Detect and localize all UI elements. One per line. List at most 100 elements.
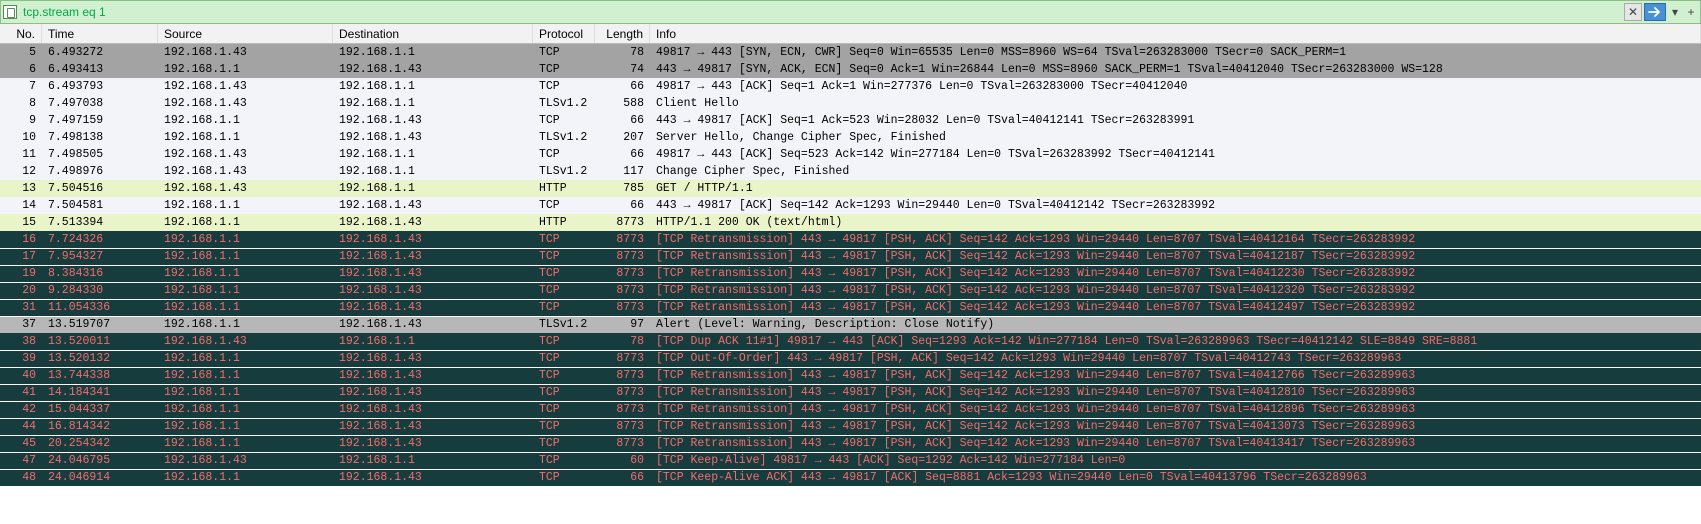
cell-info: 443 → 49817 [SYN, ACK, ECN] Seq=0 Ack=1 …	[650, 61, 1701, 78]
cell-len: 8773	[595, 384, 650, 401]
cell-len: 8773	[595, 367, 650, 384]
packet-row[interactable]: 3713.519707192.168.1.1192.168.1.43TLSv1.…	[0, 316, 1701, 333]
packet-row[interactable]: 137.504516192.168.1.43192.168.1.1HTTP785…	[0, 180, 1701, 197]
cell-dst: 192.168.1.43	[333, 197, 533, 214]
cell-proto: TCP	[533, 435, 595, 452]
cell-no: 20	[0, 282, 42, 299]
cell-len: 117	[595, 163, 650, 180]
column-header-destination[interactable]: Destination	[333, 24, 533, 43]
packet-list-headers: No. Time Source Destination Protocol Len…	[0, 24, 1701, 44]
packet-row[interactable]: 4416.814342192.168.1.1192.168.1.43TCP877…	[0, 418, 1701, 435]
cell-no: 8	[0, 95, 42, 112]
column-header-time[interactable]: Time	[42, 24, 158, 43]
cell-info: 443 → 49817 [ACK] Seq=142 Ack=1293 Win=2…	[650, 197, 1701, 214]
cell-proto: TLSv1.2	[533, 163, 595, 180]
cell-no: 48	[0, 469, 42, 486]
column-header-source[interactable]: Source	[158, 24, 333, 43]
display-filter-bar: ✕ ▾ +	[0, 0, 1701, 24]
packet-row[interactable]: 117.498505192.168.1.43192.168.1.1TCP6649…	[0, 146, 1701, 163]
packet-row[interactable]: 3813.520011192.168.1.43192.168.1.1TCP78[…	[0, 333, 1701, 350]
cell-dst: 192.168.1.43	[333, 418, 533, 435]
packet-row[interactable]: 97.497159192.168.1.1192.168.1.43TCP66443…	[0, 112, 1701, 129]
cell-info: [TCP Dup ACK 11#1] 49817 → 443 [ACK] Seq…	[650, 333, 1701, 350]
packet-row[interactable]: 167.724326192.168.1.1192.168.1.43TCP8773…	[0, 231, 1701, 248]
display-filter-input[interactable]	[23, 2, 1622, 22]
cell-len: 66	[595, 112, 650, 129]
cell-len: 97	[595, 316, 650, 333]
cell-time: 13.520011	[42, 333, 158, 350]
cell-src: 192.168.1.1	[158, 469, 333, 486]
packet-row[interactable]: 76.493793192.168.1.43192.168.1.1TCP66498…	[0, 78, 1701, 95]
cell-dst: 192.168.1.43	[333, 61, 533, 78]
cell-dst: 192.168.1.43	[333, 401, 533, 418]
cell-info: Alert (Level: Warning, Description: Clos…	[650, 316, 1701, 333]
packet-row[interactable]: 3913.520132192.168.1.1192.168.1.43TCP877…	[0, 350, 1701, 367]
apply-filter-button[interactable]	[1644, 3, 1666, 21]
cell-time: 6.493413	[42, 61, 158, 78]
cell-time: 13.744338	[42, 367, 158, 384]
cell-no: 41	[0, 384, 42, 401]
filter-history-dropdown[interactable]: ▾	[1668, 3, 1682, 21]
cell-info: [TCP Keep-Alive] 49817 → 443 [ACK] Seq=1…	[650, 452, 1701, 469]
clear-filter-button[interactable]: ✕	[1624, 3, 1642, 21]
cell-time: 15.044337	[42, 401, 158, 418]
packet-row[interactable]: 4520.254342192.168.1.1192.168.1.43TCP877…	[0, 435, 1701, 452]
column-header-protocol[interactable]: Protocol	[533, 24, 595, 43]
column-header-info[interactable]: Info	[650, 24, 1701, 43]
packet-row[interactable]: 107.498138192.168.1.1192.168.1.43TLSv1.2…	[0, 129, 1701, 146]
packet-row[interactable]: 3111.054336192.168.1.1192.168.1.43TCP877…	[0, 299, 1701, 316]
cell-src: 192.168.1.1	[158, 316, 333, 333]
add-filter-button[interactable]: +	[1684, 3, 1698, 21]
cell-time: 7.497159	[42, 112, 158, 129]
filter-bookmark-icon[interactable]	[3, 5, 17, 19]
column-header-no[interactable]: No.	[0, 24, 42, 43]
packet-row[interactable]: 147.504581192.168.1.1192.168.1.43TCP6644…	[0, 197, 1701, 214]
cell-src: 192.168.1.1	[158, 435, 333, 452]
packet-row[interactable]: 66.493413192.168.1.1192.168.1.43TCP74443…	[0, 61, 1701, 78]
cell-dst: 192.168.1.43	[333, 129, 533, 146]
packet-row[interactable]: 127.498976192.168.1.43192.168.1.1TLSv1.2…	[0, 163, 1701, 180]
cell-time: 7.504581	[42, 197, 158, 214]
packet-row[interactable]: 56.493272192.168.1.43192.168.1.1TCP78498…	[0, 44, 1701, 61]
packet-row[interactable]: 198.384316192.168.1.1192.168.1.43TCP8773…	[0, 265, 1701, 282]
cell-dst: 192.168.1.1	[333, 452, 533, 469]
cell-info: Change Cipher Spec, Finished	[650, 163, 1701, 180]
cell-proto: TCP	[533, 44, 595, 61]
packet-row[interactable]: 157.513394192.168.1.1192.168.1.43HTTP877…	[0, 214, 1701, 231]
cell-no: 10	[0, 129, 42, 146]
cell-len: 8773	[595, 265, 650, 282]
cell-no: 9	[0, 112, 42, 129]
cell-info: [TCP Retransmission] 443 → 49817 [PSH, A…	[650, 418, 1701, 435]
cell-len: 66	[595, 197, 650, 214]
cell-dst: 192.168.1.43	[333, 231, 533, 248]
column-header-length[interactable]: Length	[595, 24, 650, 43]
cell-proto: TLSv1.2	[533, 129, 595, 146]
packet-row[interactable]: 4215.044337192.168.1.1192.168.1.43TCP877…	[0, 401, 1701, 418]
cell-no: 47	[0, 452, 42, 469]
cell-src: 192.168.1.1	[158, 299, 333, 316]
cell-dst: 192.168.1.1	[333, 333, 533, 350]
cell-src: 192.168.1.1	[158, 112, 333, 129]
cell-no: 19	[0, 265, 42, 282]
packet-row[interactable]: 87.497038192.168.1.43192.168.1.1TLSv1.25…	[0, 95, 1701, 112]
cell-len: 78	[595, 333, 650, 350]
arrow-right-icon	[1648, 7, 1662, 17]
packet-row[interactable]: 4824.046914192.168.1.1192.168.1.43TCP66[…	[0, 469, 1701, 486]
packet-row[interactable]: 177.954327192.168.1.1192.168.1.43TCP8773…	[0, 248, 1701, 265]
cell-dst: 192.168.1.1	[333, 44, 533, 61]
cell-src: 192.168.1.1	[158, 197, 333, 214]
cell-info: [TCP Retransmission] 443 → 49817 [PSH, A…	[650, 299, 1701, 316]
packet-row[interactable]: 4013.744338192.168.1.1192.168.1.43TCP877…	[0, 367, 1701, 384]
cell-src: 192.168.1.43	[158, 180, 333, 197]
cell-time: 7.498505	[42, 146, 158, 163]
cell-dst: 192.168.1.1	[333, 180, 533, 197]
packet-row[interactable]: 4114.184341192.168.1.1192.168.1.43TCP877…	[0, 384, 1701, 401]
cell-info: Server Hello, Change Cipher Spec, Finish…	[650, 129, 1701, 146]
packet-row[interactable]: 209.284330192.168.1.1192.168.1.43TCP8773…	[0, 282, 1701, 299]
packet-row[interactable]: 4724.046795192.168.1.43192.168.1.1TCP60[…	[0, 452, 1701, 469]
cell-no: 40	[0, 367, 42, 384]
cell-len: 8773	[595, 350, 650, 367]
cell-proto: TCP	[533, 469, 595, 486]
cell-len: 60	[595, 452, 650, 469]
cell-len: 8773	[595, 401, 650, 418]
